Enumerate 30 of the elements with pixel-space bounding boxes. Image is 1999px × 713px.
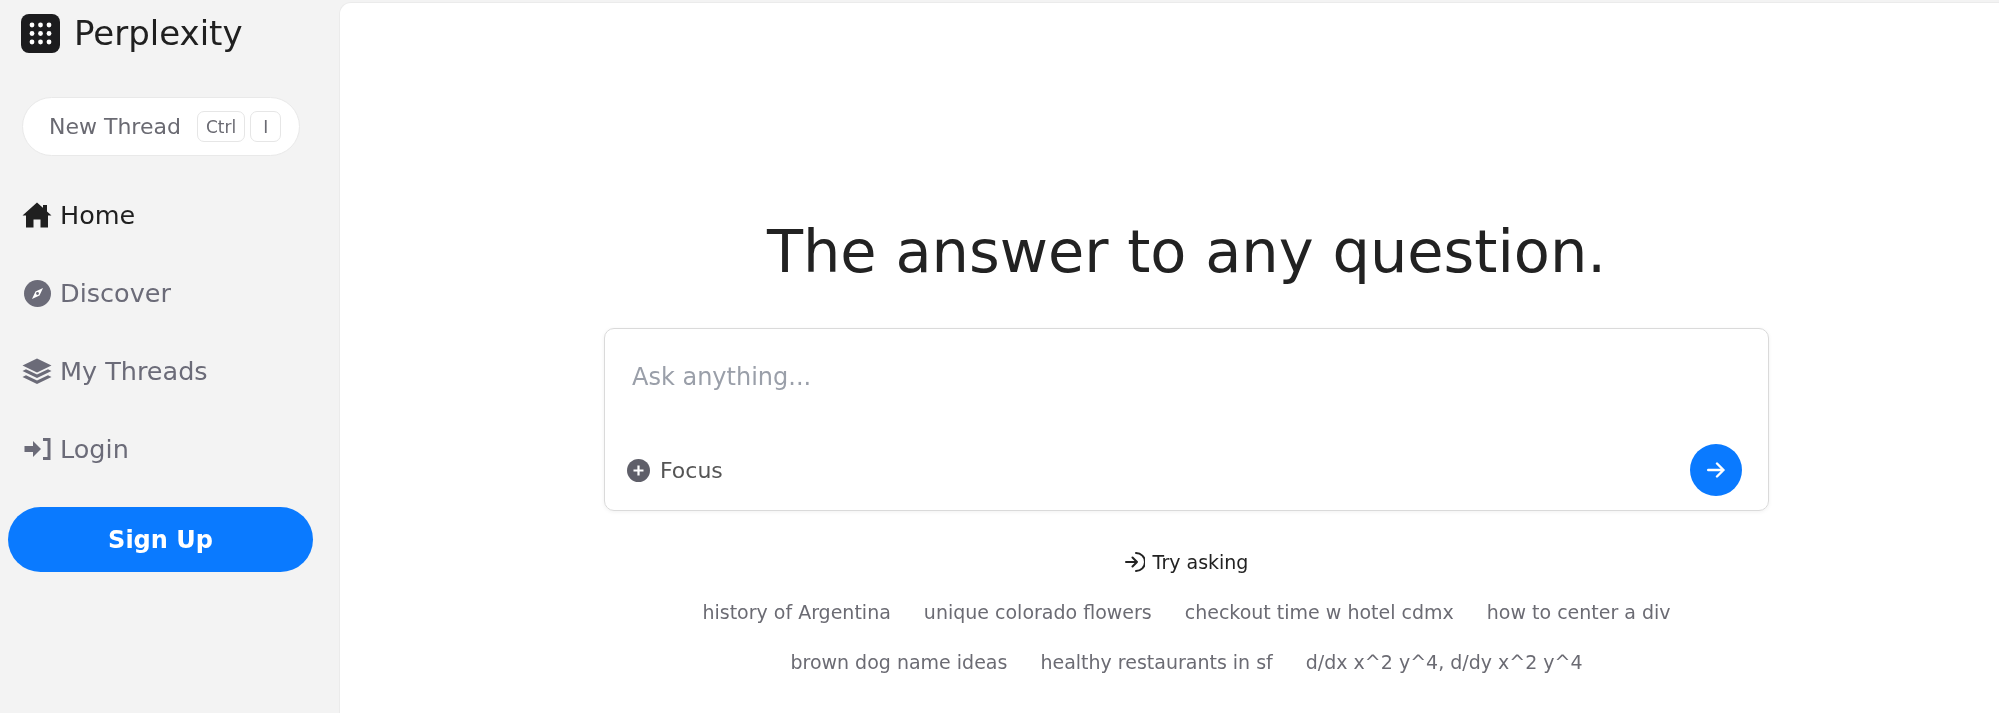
suggestion-link[interactable]: unique colorado flowers [923,599,1152,625]
shortcut-key: Ctrl [196,111,246,142]
heading: The answer to any question. [766,216,1607,287]
arrow-into-bracket-icon [1124,552,1145,572]
new-thread-button[interactable]: New Thread Ctrl I [22,97,300,156]
nav-link[interactable]: Home [22,198,136,232]
search-field[interactable]: Ask anything... [627,351,1742,403]
nav-link[interactable]: My Threads [22,354,208,388]
suggestion-link[interactable]: how to center a div [1486,599,1671,625]
sign-up-button[interactable]: Sign Up [8,507,313,572]
nav-link[interactable]: Login [22,432,129,466]
suggestion-link[interactable]: brown dog name ideas [790,649,1008,675]
plus-circle-icon [627,458,650,482]
focus-button[interactable]: Focus [627,457,723,483]
login-icon [24,438,51,460]
house-icon [22,202,52,228]
logo-icon [21,14,60,53]
shortcut-key: I [250,111,282,142]
search-box[interactable]: Ask anything... Focus [604,328,1769,511]
nav-link[interactable]: Discover [22,276,171,310]
suggestion-link[interactable]: d/dx x^2 y^4, d/dy x^2 y^4 [1305,649,1583,675]
send-button[interactable] [1690,444,1742,496]
suggestion-link[interactable]: history of Argentina [702,599,891,625]
layers-icon [22,357,52,385]
compass-icon [24,279,51,307]
try-asking-label: Try asking [1152,550,1249,575]
suggestion-link[interactable]: healthy restaurants in sf [1040,649,1273,675]
suggestion-link[interactable]: checkout time w hotel cdmx [1184,599,1454,625]
arrow-right-icon [1707,462,1725,478]
brand-name: Perplexity [74,14,243,53]
